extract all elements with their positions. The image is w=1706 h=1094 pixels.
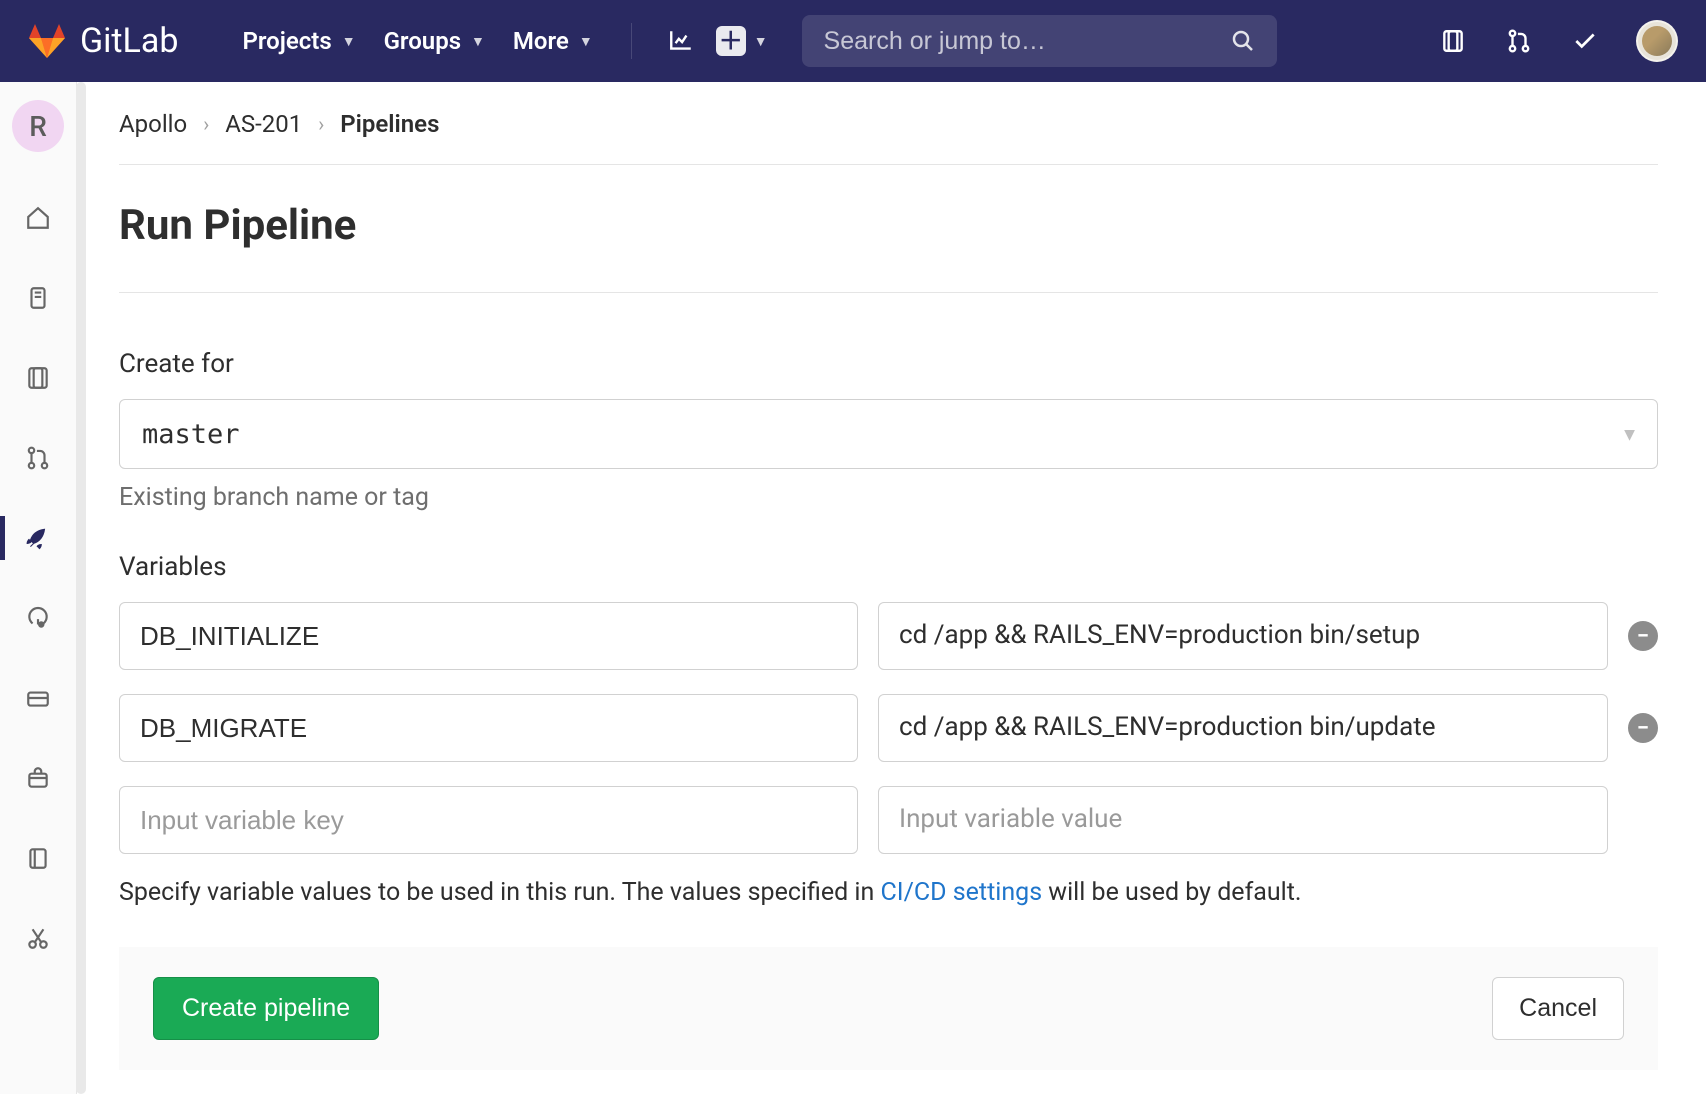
divider bbox=[119, 292, 1658, 293]
sidebar-item-operations[interactable] bbox=[0, 590, 77, 646]
merge-requests-icon[interactable] bbox=[1504, 26, 1534, 56]
create-pipeline-button[interactable]: Create pipeline bbox=[153, 977, 379, 1040]
brand-area[interactable]: GitLab bbox=[28, 21, 178, 61]
sidebar-item-snippets[interactable] bbox=[0, 910, 77, 966]
nav-groups-label: Groups bbox=[384, 27, 461, 55]
helper-text-before: Specify variable values to be used in th… bbox=[119, 878, 881, 907]
nav-more[interactable]: More ▼ bbox=[509, 21, 597, 61]
branch-select[interactable]: master ▼ bbox=[119, 399, 1658, 469]
nav-groups[interactable]: Groups ▼ bbox=[380, 21, 489, 61]
page-title: Run Pipeline bbox=[119, 201, 1658, 250]
chevron-right-icon: › bbox=[318, 112, 324, 136]
create-new-dropdown[interactable]: ＋ ▼ bbox=[716, 26, 768, 56]
chevron-down-icon: ▼ bbox=[579, 33, 593, 50]
nav-projects[interactable]: Projects ▼ bbox=[238, 21, 359, 61]
variable-row-empty bbox=[119, 786, 1658, 854]
variables-section: − − bbox=[119, 602, 1658, 854]
actions-bar: Create pipeline Cancel bbox=[119, 947, 1658, 1070]
gitlab-logo-icon bbox=[28, 24, 66, 58]
variable-value-input[interactable] bbox=[878, 602, 1608, 670]
nav-projects-label: Projects bbox=[242, 27, 331, 55]
brand-name: GitLab bbox=[80, 21, 178, 61]
remove-variable-button[interactable]: − bbox=[1628, 713, 1658, 743]
todos-icon[interactable] bbox=[1570, 26, 1600, 56]
branch-value: master bbox=[142, 419, 240, 450]
remove-variable-button[interactable]: − bbox=[1628, 621, 1658, 651]
variable-key-input[interactable] bbox=[119, 786, 858, 854]
search-input[interactable] bbox=[824, 27, 1219, 56]
user-avatar[interactable] bbox=[1636, 20, 1678, 62]
sidebar-item-wiki[interactable] bbox=[0, 830, 77, 886]
sidebar-item-packages[interactable] bbox=[0, 750, 77, 806]
cicd-settings-link[interactable]: CI/CD settings bbox=[881, 878, 1043, 907]
breadcrumb-project[interactable]: AS-201 bbox=[225, 110, 302, 138]
variable-value-input[interactable] bbox=[878, 694, 1608, 762]
chevron-down-icon: ▼ bbox=[342, 33, 356, 50]
project-avatar[interactable]: R bbox=[12, 100, 64, 152]
top-header: GitLab Projects ▼ Groups ▼ More ▼ ＋ ▼ bbox=[0, 0, 1706, 82]
breadcrumb-group[interactable]: Apollo bbox=[119, 110, 187, 138]
chevron-right-icon: › bbox=[203, 112, 209, 136]
header-right bbox=[1438, 20, 1678, 62]
create-for-label: Create for bbox=[119, 349, 1658, 379]
variable-value-input[interactable] bbox=[878, 786, 1608, 854]
sidebar-item-repository[interactable] bbox=[0, 270, 77, 326]
variable-key-input[interactable] bbox=[119, 694, 858, 762]
chevron-down-icon: ▼ bbox=[471, 33, 485, 50]
divider bbox=[119, 164, 1658, 165]
sidebar-item-merge-requests[interactable] bbox=[0, 430, 77, 486]
activity-icon[interactable] bbox=[666, 26, 696, 56]
variable-row: − bbox=[119, 602, 1658, 670]
search-icon bbox=[1231, 29, 1255, 53]
search-bar[interactable] bbox=[802, 15, 1277, 67]
chevron-down-icon: ▼ bbox=[754, 33, 768, 50]
variable-row: − bbox=[119, 694, 1658, 762]
breadcrumb: Apollo › AS-201 › Pipelines bbox=[119, 110, 1658, 138]
cancel-button[interactable]: Cancel bbox=[1492, 977, 1624, 1040]
variables-label: Variables bbox=[119, 552, 1658, 582]
sidebar-item-cicd[interactable] bbox=[0, 510, 77, 566]
plus-icon: ＋ bbox=[716, 26, 746, 56]
sidebar-item-overview[interactable] bbox=[0, 190, 77, 246]
issues-icon[interactable] bbox=[1438, 26, 1468, 56]
variable-key-input[interactable] bbox=[119, 602, 858, 670]
project-sidebar: R bbox=[0, 82, 77, 1094]
sidebar-item-registry[interactable] bbox=[0, 670, 77, 726]
variables-helper: Specify variable values to be used in th… bbox=[119, 878, 1658, 907]
sidebar-item-issues[interactable] bbox=[0, 350, 77, 406]
breadcrumb-current: Pipelines bbox=[340, 110, 439, 138]
branch-helper: Existing branch name or tag bbox=[119, 483, 1658, 512]
divider bbox=[631, 23, 632, 59]
chevron-down-icon: ▼ bbox=[1624, 424, 1635, 445]
helper-text-after: will be used by default. bbox=[1042, 878, 1301, 907]
nav-more-label: More bbox=[513, 27, 569, 55]
main-content: Apollo › AS-201 › Pipelines Run Pipeline… bbox=[77, 82, 1706, 1094]
